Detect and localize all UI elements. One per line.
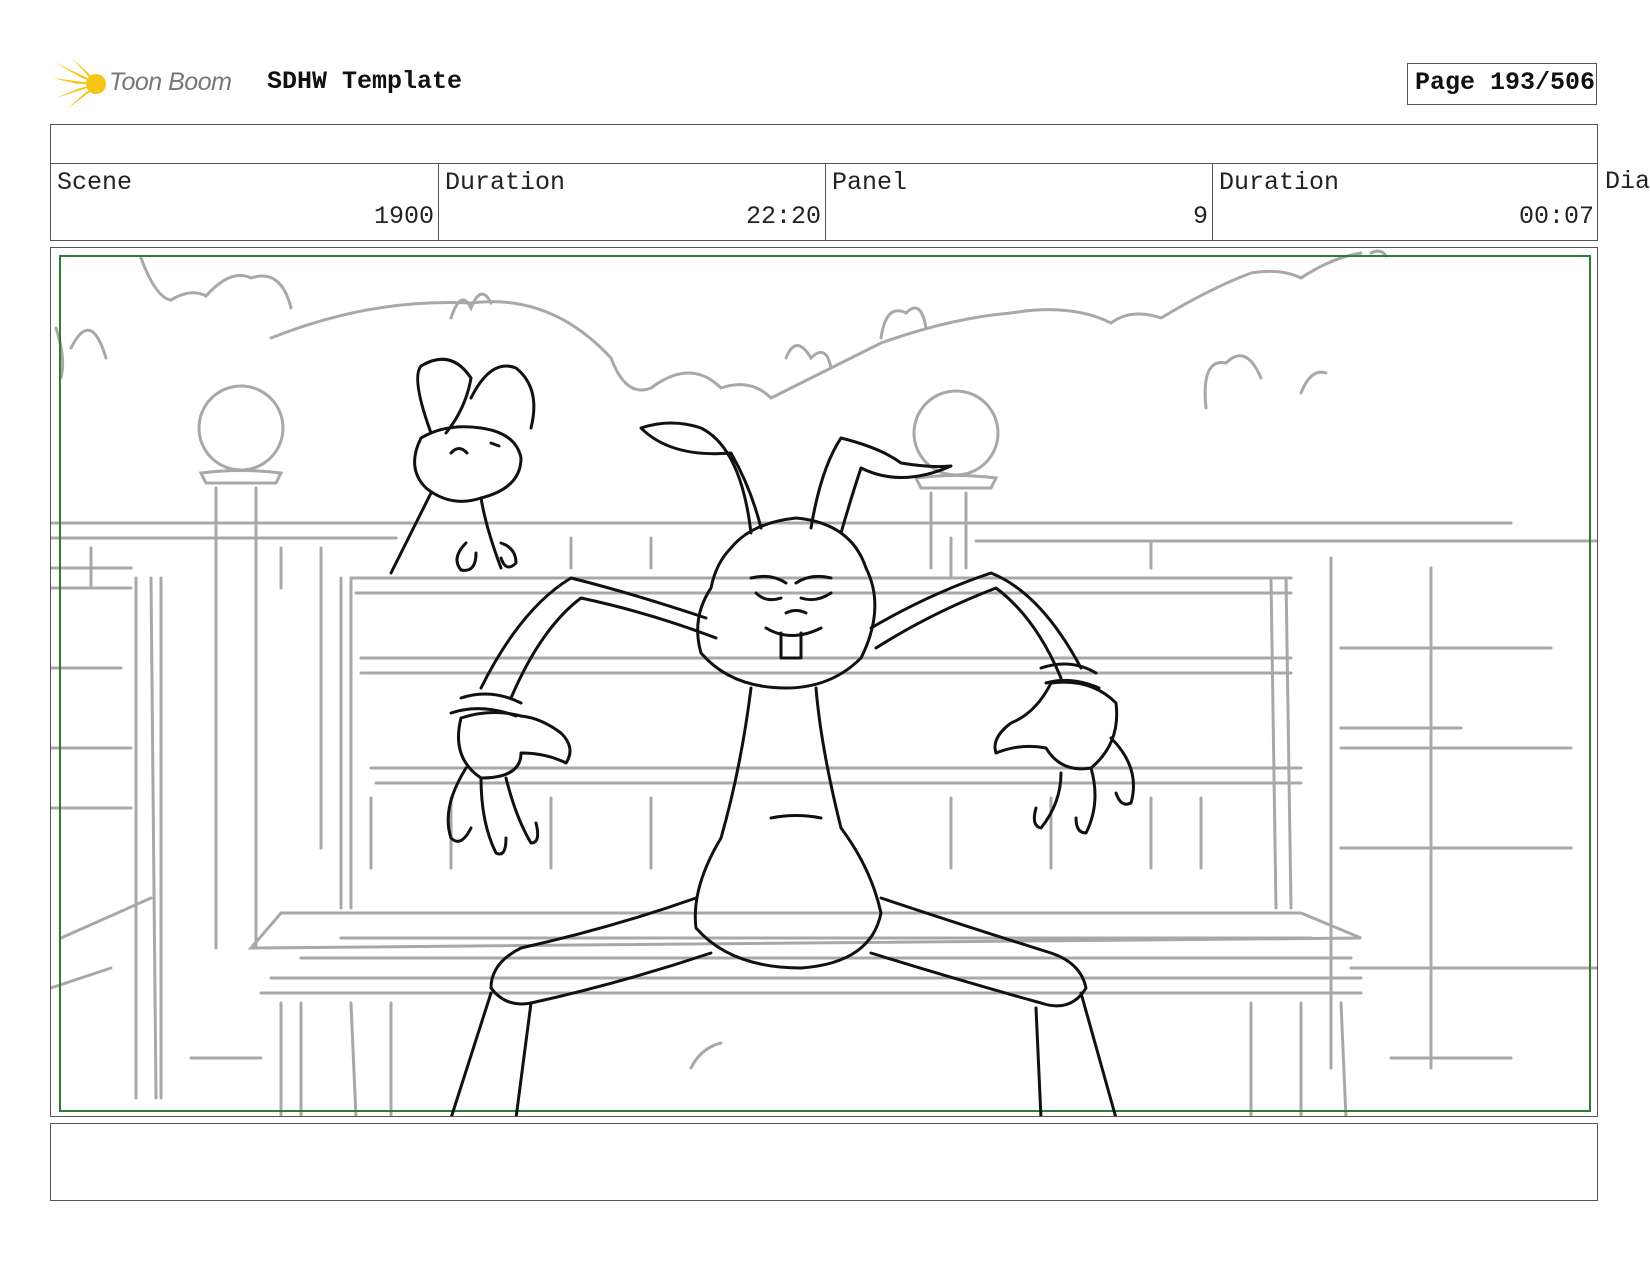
page-indicator-label: Page 193/506	[1415, 68, 1596, 97]
panel-value: 9	[1192, 202, 1208, 231]
scene-duration-value: 22:20	[745, 202, 821, 231]
header-blank-row	[50, 124, 1598, 164]
scene-duration-label: Duration	[445, 168, 566, 197]
background-sketch	[51, 249, 1597, 1116]
dialogue-label: Dia	[1605, 167, 1650, 196]
panel-duration-value: 00:07	[1518, 202, 1594, 231]
scene-value: 1900	[373, 202, 434, 231]
panel-label: Panel	[832, 168, 908, 197]
storyboard-panel	[50, 247, 1598, 1117]
panel-duration-cell: Duration 00:07	[1213, 164, 1598, 240]
panel-duration-label: Duration	[1219, 168, 1340, 197]
panel-sketch	[51, 249, 1597, 1116]
document-title: SDHW Template	[267, 67, 463, 96]
scene-label: Scene	[57, 168, 133, 197]
panel-notes-box[interactable]	[50, 1123, 1598, 1201]
panel-cell: Panel 9	[826, 164, 1213, 240]
scene-duration-cell: Duration 22:20	[439, 164, 826, 240]
main-bunny-sketch	[446, 421, 1135, 1116]
scene-cell: Scene 1900	[51, 164, 439, 240]
small-bunny-sketch	[389, 357, 536, 575]
logo-wordmark: Toon Boom	[109, 68, 232, 96]
panel-info-row: Scene 1900 Duration 22:20 Panel 9 Durati…	[50, 163, 1598, 241]
safe-area-frame	[59, 255, 1591, 1112]
page-indicator: Page 193/506	[1407, 63, 1597, 105]
